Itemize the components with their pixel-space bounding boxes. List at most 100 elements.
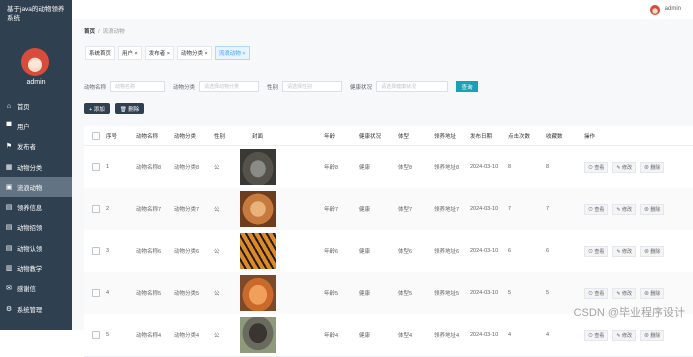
sidebar-item-label: 动物分类 [17,164,43,172]
sidebar-item[interactable]: ⚑ 发布者 [0,137,72,157]
sidebar-item[interactable]: ▣ 流浪动物 [0,177,72,198]
cell-date: 2024-03-10 [470,332,499,338]
sidebar-item-label: 发布者 [17,144,36,152]
view-button[interactable]: ⊙ 查看 [584,203,609,215]
row-delete-button[interactable]: ⊗ 删除 [639,329,665,341]
tab-home[interactable]: 系统首页 [85,46,116,60]
doc-icon: ▤ [5,224,13,232]
view-button[interactable]: ⊙ 查看 [584,161,609,173]
cell-clicks: 4 [508,332,512,338]
gender-select[interactable]: 请选择性别 [282,81,343,92]
cell-no: 3 [106,248,110,254]
column-header: 动物名称 [136,133,159,140]
row-delete-button[interactable]: ⊗ 删除 [639,287,665,299]
cell-size: 体型4 [398,333,413,339]
cell-size: 体型8 [398,165,413,171]
breadcrumb-home[interactable]: 首页 [84,29,95,35]
column-header: 动物分类 [174,133,197,140]
cell-date: 2024-03-10 [470,206,499,212]
cell-favs: 8 [546,164,550,170]
add-button[interactable]: + 添加 [84,103,110,114]
row-actions: ⊙ 查看 ✎ 修改 ⊗ 删除 [584,188,665,230]
view-button[interactable]: ⊙ 查看 [584,287,609,299]
row-checkbox[interactable] [92,146,100,188]
top-username[interactable]: admin [665,6,681,12]
column-header: 发布日期 [470,133,493,140]
home-icon: ⌂ [6,102,12,110]
cell-age: 年龄4 [324,333,339,339]
name-input[interactable]: 动物名称 [110,81,166,92]
column-header: 封面 [252,133,264,140]
cell-no: 4 [106,290,110,296]
watermark: CSDN @毕业程序设计 [573,307,685,319]
select-all-checkbox[interactable] [92,126,100,145]
cell-favs: 6 [546,248,550,254]
cell-favs: 4 [546,332,550,338]
breadcrumb: 首页 / 流浪动物 [84,27,125,35]
view-button[interactable]: ⊙ 查看 [584,329,609,341]
cell-category: 动物分类5 [174,291,200,297]
row-checkbox[interactable] [92,272,100,314]
cover-image [240,233,276,269]
cell-gender: 公 [214,207,220,213]
flag-icon: ⚑ [5,143,13,151]
cell-health: 健康 [359,291,371,297]
edit-button[interactable]: ✎ 修改 [612,245,636,257]
sidebar-item-label: 用户 [17,123,30,131]
cell-date: 2024-03-10 [470,248,499,254]
cell-gender: 公 [214,165,220,171]
edit-button[interactable]: ✎ 修改 [612,287,636,299]
cell-gender: 公 [214,249,220,255]
column-header: 年龄 [324,133,336,140]
cell-name: 动物名称8 [136,165,162,171]
edit-button[interactable]: ✎ 修改 [612,203,636,215]
cell-address: 领养地址7 [434,207,460,213]
cover-image [240,317,276,353]
sidebar-item[interactable]: ▤ 动物招领 [0,218,72,238]
sidebar-item[interactable]: ▦ 动物分类 [0,157,72,177]
user-avatar[interactable] [650,5,660,15]
sidebar-item[interactable]: ▥ 动物教学 [0,258,72,278]
paw-icon: ▣ [5,183,13,191]
sidebar-item-label: 动物教学 [17,266,43,274]
search-button[interactable]: 查询 [456,81,479,92]
sidebar-item[interactable]: ▀ 用户 [0,116,72,136]
delete-button[interactable]: 🗑 删除 [114,103,145,114]
row-checkbox[interactable] [92,230,100,272]
tab-stray-animals[interactable]: 流浪动物 × [214,46,250,60]
row-delete-button[interactable]: ⊗ 删除 [639,161,665,173]
book-icon: ▥ [5,265,13,273]
tab-animal-category[interactable]: 动物分类 × [177,46,212,60]
row-delete-button[interactable]: ⊗ 删除 [639,203,665,215]
cell-age: 年龄6 [324,249,339,255]
top-bar: admin [72,0,693,20]
table-row: 5 动物名称4 动物分类4 公 年龄4 健康 体型4 领养地址4 2024-03-10 4 4 ⊙ 查… [84,314,693,357]
cell-name: 动物名称7 [136,207,162,213]
sidebar-item[interactable]: ✉ 感谢信 [0,279,72,299]
edit-button[interactable]: ✎ 修改 [612,329,636,341]
tab-users[interactable]: 用户 × [118,46,142,60]
health-label: 健康状况 [350,84,373,91]
cell-age: 年龄5 [324,291,339,297]
cell-gender: 公 [214,333,220,339]
category-select[interactable]: 请选择动物分类 [199,81,260,92]
tab-publishers[interactable]: 发布者 × [144,46,175,60]
sidebar-item-label: 动物认领 [17,245,43,253]
cell-size: 体型5 [398,291,413,297]
sidebar-item-label: 领养信息 [17,205,43,213]
edit-button[interactable]: ✎ 修改 [612,161,636,173]
row-checkbox[interactable] [92,188,100,230]
system-title: 基于java的动物领养系统 [7,6,65,22]
sidebar-item-label: 系统管理 [17,306,43,314]
row-checkbox[interactable] [92,314,100,356]
health-select[interactable]: 请选择健康状况 [376,81,449,92]
user-icon: ▀ [6,122,12,130]
sidebar-item[interactable]: ⚙ 系统管理 [0,299,72,319]
column-header: 领养地址 [434,133,457,140]
sidebar-item[interactable]: ⌂ 首页 [0,96,72,116]
gear-icon: ⚙ [5,305,13,313]
sidebar-item[interactable]: ▤ 动物认领 [0,238,72,258]
sidebar-item[interactable]: ▤ 领养信息 [0,197,72,217]
row-delete-button[interactable]: ⊗ 删除 [639,245,665,257]
view-button[interactable]: ⊙ 查看 [584,245,609,257]
